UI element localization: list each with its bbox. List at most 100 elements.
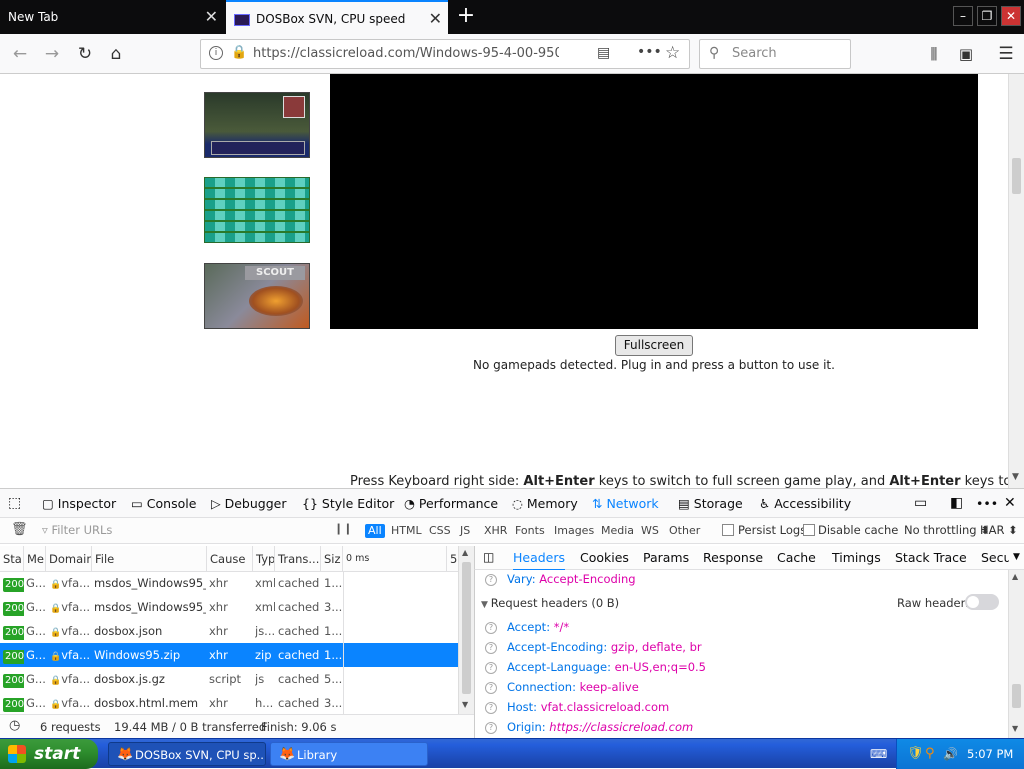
tab-params[interactable]: Params <box>643 546 689 569</box>
volume-icon[interactable]: 🔊 <box>943 739 958 769</box>
scrollbar-thumb[interactable] <box>1012 684 1021 708</box>
column-transferred[interactable]: Trans... <box>275 546 321 572</box>
game-canvas[interactable] <box>330 74 978 329</box>
tool-style-editor[interactable]: {} Style Editor <box>302 489 394 518</box>
close-tab-icon[interactable]: ✕ <box>205 0 218 34</box>
tabs-overflow-icon[interactable]: ▼ <box>1013 546 1020 569</box>
throttling-select[interactable]: No throttling ⬍ <box>904 523 990 537</box>
filter-urls-input[interactable]: ▿ Filter URLs <box>42 523 112 537</box>
close-devtools-icon[interactable]: ✕ <box>1004 489 1016 518</box>
scrollbar-thumb[interactable] <box>462 562 471 694</box>
forward-arrow-icon[interactable]: → <box>40 42 64 66</box>
scroll-down-arrow-icon[interactable]: ▼ <box>1012 724 1018 733</box>
tool-memory[interactable]: ◌ Memory <box>512 489 578 518</box>
sidebar-icon[interactable]: ▣ <box>954 42 978 66</box>
disable-cache-checkbox[interactable] <box>803 524 815 536</box>
start-button[interactable]: start <box>0 739 98 769</box>
menu-icon[interactable]: ☰ <box>994 42 1018 66</box>
tab-cache[interactable]: Cache <box>777 546 816 569</box>
har-menu[interactable]: HAR ⬍ <box>980 523 1018 537</box>
request-row[interactable]: 200 G... 🔒vfa... dosbox.json xhr js... cached 1… <box>0 619 458 643</box>
library-icon[interactable]: ⫼ <box>922 42 946 66</box>
filter-xhr[interactable]: XHR <box>481 524 510 538</box>
filter-images[interactable]: Images <box>551 524 597 538</box>
column-cause[interactable]: Cause <box>207 546 253 572</box>
home-icon[interactable]: ⌂ <box>104 42 128 66</box>
pause-icon[interactable]: ❙❙ <box>334 522 352 535</box>
tab-cookies[interactable]: Cookies <box>580 546 629 569</box>
game-thumbnail[interactable] <box>204 92 310 158</box>
url-text[interactable]: https://classicreload.com/Windows-95-4-0… <box>253 40 559 68</box>
header-value[interactable]: gzip, deflate, br <box>611 640 702 654</box>
reload-icon[interactable]: ↻ <box>73 42 97 66</box>
column-size[interactable]: Siz <box>321 546 343 572</box>
column-waterfall[interactable]: 0 ms <box>343 546 447 572</box>
pick-element-icon[interactable]: ⬚ <box>8 489 21 518</box>
taskbar-item-library[interactable]: 🦊 Library <box>270 742 428 766</box>
page-scrollbar[interactable]: ▼ <box>1008 74 1024 488</box>
tool-storage[interactable]: ▤ Storage <box>678 489 743 518</box>
filter-html[interactable]: HTML <box>388 524 425 538</box>
tool-inspector[interactable]: ▢ Inspector <box>42 489 116 518</box>
filter-media[interactable]: Media <box>598 524 637 538</box>
filter-fonts[interactable]: Fonts <box>512 524 548 538</box>
fullscreen-button[interactable]: Fullscreen <box>615 335 693 356</box>
close-tab-icon[interactable]: ✕ <box>429 2 442 34</box>
raw-headers-toggle[interactable] <box>965 594 999 610</box>
header-value[interactable]: keep-alive <box>580 680 639 694</box>
help-icon[interactable]: ? <box>485 573 497 586</box>
tool-performance[interactable]: ◔ Performance <box>404 489 498 518</box>
new-tab-button[interactable]: + <box>456 0 476 34</box>
tool-console[interactable]: ▭ Console <box>131 489 196 518</box>
tab-stack-trace[interactable]: Stack Trace <box>895 546 967 569</box>
filter-ws[interactable]: WS <box>638 524 662 538</box>
back-arrow-icon[interactable]: ← <box>8 42 32 66</box>
url-bar[interactable]: i 🔒 https://classicreload.com/Windows-95… <box>200 39 690 69</box>
help-icon[interactable]: ? <box>485 621 497 634</box>
tab-headers[interactable]: Headers <box>513 546 566 571</box>
column-status[interactable]: Sta <box>0 546 24 572</box>
minimize-button[interactable]: – <box>953 6 973 26</box>
dock-side-icon[interactable]: ◧ <box>950 489 963 518</box>
request-headers-section[interactable]: ▼ Request headers (0 B) <box>481 596 619 610</box>
scroll-down-arrow-icon[interactable]: ▼ <box>1012 472 1019 482</box>
tab-response[interactable]: Response <box>703 546 763 569</box>
scroll-down-arrow-icon[interactable]: ▼ <box>462 700 468 709</box>
performance-analysis-icon[interactable]: ◷ <box>9 718 20 733</box>
close-window-button[interactable]: ✕ <box>1001 6 1021 26</box>
request-row[interactable]: 200 G... 🔒vfa... dosbox.js.gz script js cached… <box>0 667 458 691</box>
scroll-up-arrow-icon[interactable]: ▲ <box>1012 572 1018 581</box>
column-domain[interactable]: Domain <box>46 546 92 572</box>
shield-icon[interactable]: 🛡 <box>907 739 924 769</box>
request-list-scrollbar[interactable]: ▲ ▼ <box>458 546 474 714</box>
request-row[interactable]: 200 G... 🔒vfa... Windows95.zip xhr zip cached 1… <box>0 643 458 667</box>
column-type[interactable]: Typ <box>253 546 275 572</box>
scroll-up-arrow-icon[interactable]: ▲ <box>462 548 468 557</box>
header-value[interactable]: https://classicreload.com <box>549 720 693 734</box>
info-icon[interactable]: i <box>209 46 223 60</box>
help-icon[interactable]: ? <box>485 661 497 674</box>
header-value[interactable]: vfat.classicreload.com <box>541 700 669 714</box>
game-thumbnail[interactable]: SCOUT <box>204 263 310 329</box>
tab-dosbox[interactable]: DOSBox SVN, CPU speed: max 100% ✕ <box>226 0 448 34</box>
search-tray-icon[interactable]: ⚲ <box>925 739 935 769</box>
request-row[interactable]: 200G... 🔒vfa...msdos_Windows95_f...xhr xml… <box>0 595 458 619</box>
bookmark-star-icon[interactable]: ☆ <box>665 43 680 63</box>
tool-accessibility[interactable]: ♿ Accessibility <box>759 489 851 518</box>
tab-timings[interactable]: Timings <box>832 546 881 569</box>
reader-view-icon[interactable]: ▤ <box>597 45 610 61</box>
clock[interactable]: 5:07 PM <box>967 739 1013 769</box>
help-icon[interactable]: ? <box>485 681 497 694</box>
tab-security[interactable]: Secu <box>981 546 1009 569</box>
restore-button[interactable]: ❐ <box>977 6 997 26</box>
lock-icon[interactable]: 🔒 <box>231 45 247 60</box>
page-actions-icon[interactable]: ••• <box>637 44 662 60</box>
filter-css[interactable]: CSS <box>426 524 454 538</box>
details-scrollbar[interactable]: ▲ ▼ <box>1008 570 1024 738</box>
header-value[interactable]: */* <box>554 620 569 634</box>
responsive-design-icon[interactable]: ▭ <box>914 489 927 518</box>
filter-other[interactable]: Other <box>666 524 703 538</box>
trash-icon[interactable]: 🗑 <box>11 522 28 537</box>
scrollbar-thumb[interactable] <box>1012 158 1021 194</box>
help-icon[interactable]: ? <box>485 721 497 734</box>
